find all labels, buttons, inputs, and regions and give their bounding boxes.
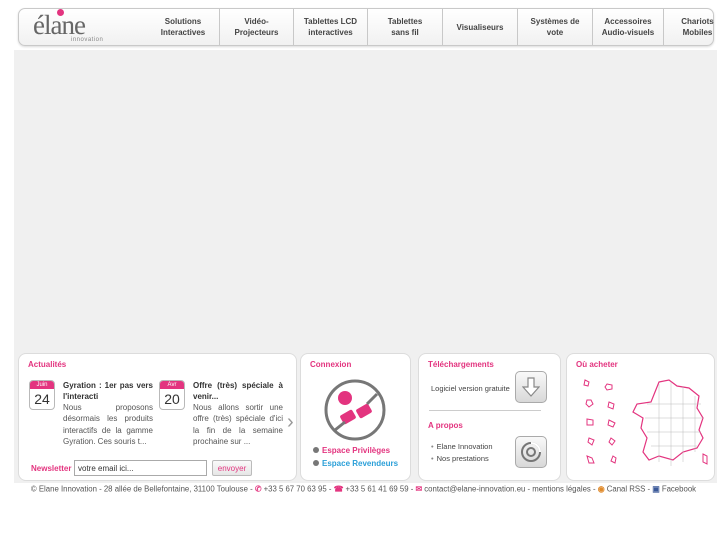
- news-panel-title: Actualités: [28, 360, 67, 369]
- news-excerpt: Nous allons sortir une offre (très) spéc…: [193, 403, 283, 446]
- logo-tagline: innovation: [71, 37, 104, 43]
- nav-label: Accessoires Audio-visuels: [601, 17, 655, 37]
- espace-revendeurs-link[interactable]: Espace Revendeurs: [313, 459, 398, 468]
- nav-label: Visualiseurs: [456, 22, 504, 32]
- connexion-panel: Connexion Espace Privilèges Espace Reven…: [300, 353, 411, 481]
- nav-label: Chariots Mobiles: [681, 17, 714, 37]
- fax-icon: ☎: [333, 484, 344, 494]
- about-item-elane-innovation[interactable]: Elane Innovation: [431, 442, 493, 451]
- news-day: 24: [34, 391, 50, 407]
- france-map-icon[interactable]: [575, 374, 715, 470]
- footer-email-link[interactable]: contact@elane-innovation.eu: [424, 484, 525, 493]
- download-arrow-glyph: [522, 377, 540, 397]
- bullet-icon: [313, 460, 319, 466]
- calendar-icon: Juin 24: [29, 380, 55, 410]
- spiral-icon[interactable]: [515, 436, 547, 468]
- newsletter-label: Newsletter: [31, 464, 72, 473]
- divider: [429, 410, 541, 411]
- footer: © Elane Innovation - 28 allée de Bellefo…: [0, 484, 727, 493]
- rss-icon: ◉: [597, 484, 605, 494]
- nav-label: Solutions Interactives: [160, 17, 206, 37]
- news-month: Juin: [30, 381, 54, 389]
- news-title[interactable]: Gyration : 1er pas vers l'interacti: [63, 380, 153, 402]
- news-item[interactable]: Avr 20 Offre (très) spéciale à venir... …: [159, 380, 284, 450]
- free-software-link[interactable]: Logiciel version gratuite: [431, 384, 510, 393]
- nav-item-video-projecteurs[interactable]: Vidéo- Projecteurs: [219, 9, 293, 45]
- nav-item-accessoires[interactable]: Accessoires Audio-visuels: [592, 9, 663, 45]
- downloads-panel: Téléchargements Logiciel version gratuit…: [418, 353, 561, 481]
- nav-label: Tablettes LCD interactives: [303, 17, 358, 37]
- news-month: Avr: [160, 381, 184, 389]
- link-label: Espace Privilèges: [322, 446, 391, 455]
- link-label: Espace Revendeurs: [322, 459, 399, 468]
- connexion-panel-title: Connexion: [310, 360, 352, 369]
- chevron-right-icon[interactable]: ›: [287, 411, 294, 434]
- main-nav: Solutions Interactives Vidéo- Projecteur…: [147, 9, 727, 45]
- nav-item-visualiseurs[interactable]: Visualiseurs: [442, 9, 517, 45]
- facebook-icon: ▣: [652, 484, 660, 494]
- nav-label: Systèmes de vote: [530, 17, 580, 37]
- bullet-icon: [313, 447, 319, 453]
- nav-item-chariots-mobiles[interactable]: Chariots Mobiles: [663, 9, 727, 45]
- hero-banner-area: [14, 50, 717, 350]
- nav-item-tablettes-lcd[interactable]: Tablettes LCD interactives: [293, 9, 367, 45]
- footer-fax: +33 5 61 41 69 59 -: [345, 484, 414, 494]
- nav-label: Tablettes sans fil: [387, 17, 423, 37]
- nav-item-tablettes-sans-fil[interactable]: Tablettes sans fil: [367, 9, 442, 45]
- news-day: 20: [164, 391, 180, 407]
- plug-connection-icon: [324, 379, 386, 441]
- espace-privileges-link[interactable]: Espace Privilèges: [313, 446, 390, 455]
- downloads-panel-title: Téléchargements: [428, 360, 494, 369]
- footer-facebook-link[interactable]: Facebook: [662, 484, 696, 493]
- about-item-nos-prestations[interactable]: Nos prestations: [431, 454, 489, 463]
- footer-address: © Elane Innovation - 28 allée de Bellefo…: [30, 484, 253, 494]
- where-to-buy-title: Où acheter: [576, 360, 618, 369]
- footer-legal-link[interactable]: - mentions légales -: [528, 484, 596, 493]
- calendar-icon: Avr 20: [159, 380, 185, 410]
- spiral-glyph: [521, 442, 541, 462]
- nav-label: Vidéo- Projecteurs: [234, 17, 279, 37]
- about-title: A propos: [428, 421, 463, 430]
- news-title[interactable]: Offre (très) spéciale à venir...: [193, 380, 283, 402]
- newsletter-email-input[interactable]: [74, 460, 207, 476]
- newsletter-submit-button[interactable]: envoyer: [212, 460, 252, 476]
- phone-icon: ✆: [254, 484, 262, 494]
- news-item[interactable]: Juin 24 Gyration : 1er pas vers l'intera…: [29, 380, 154, 450]
- nav-item-systemes-de-vote[interactable]: Systèmes de vote: [517, 9, 592, 45]
- top-navigation-bar: élane innovation Solutions Interactives …: [18, 8, 714, 46]
- news-excerpt: Nous proposons désormais les produits in…: [63, 403, 153, 446]
- elane-logo[interactable]: élane innovation: [31, 9, 121, 44]
- where-to-buy-panel: Où acheter: [566, 353, 715, 481]
- nav-item-solutions-interactives[interactable]: Solutions Interactives: [147, 9, 219, 45]
- footer-phone: +33 5 67 70 63 95 -: [263, 484, 332, 494]
- email-icon: ✉: [415, 484, 423, 494]
- news-panel: Actualités Juin 24 Gyration : 1er pas ve…: [18, 353, 297, 481]
- footer-rss-link[interactable]: Canal RSS -: [607, 484, 650, 493]
- logo-wordmark: élane: [33, 10, 86, 40]
- download-arrow-icon[interactable]: [515, 371, 547, 403]
